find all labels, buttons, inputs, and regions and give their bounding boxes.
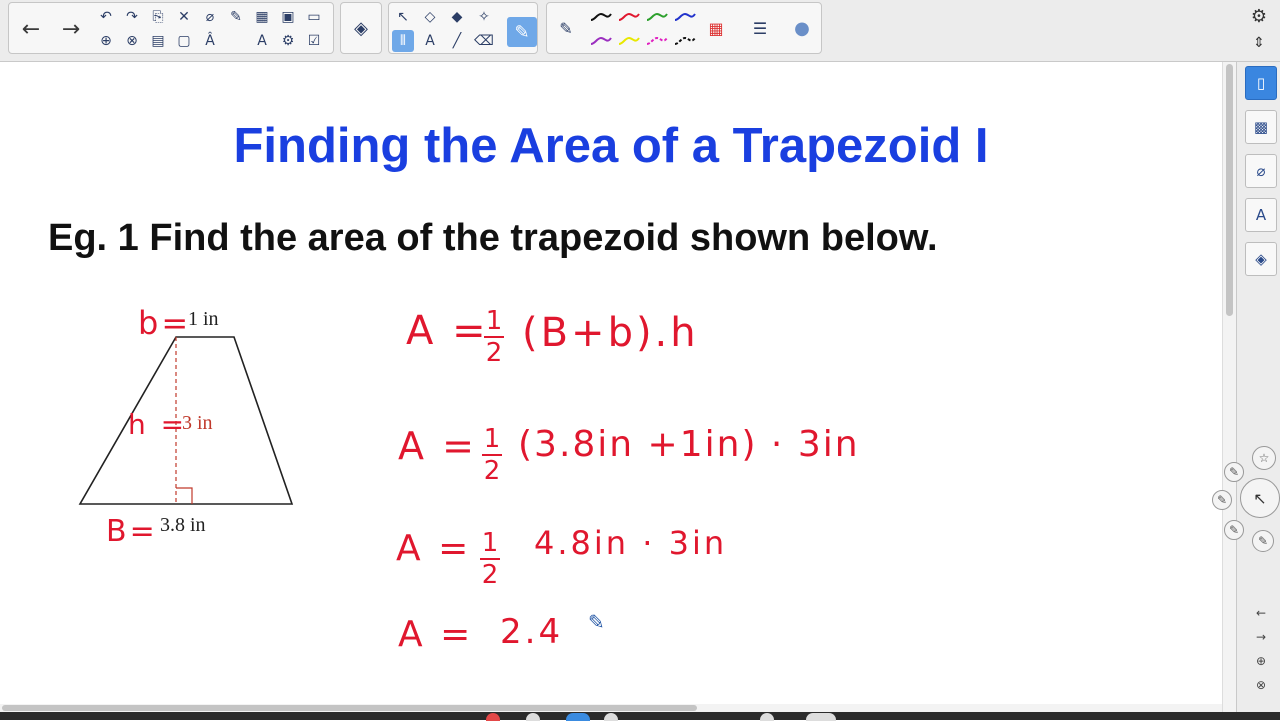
work-line2-lhs: A = xyxy=(398,424,477,468)
toolbar-group-tools: ↖ ◇ ◆ ✧ ✎ ⫴ A ╱ ⌫ xyxy=(388,2,538,54)
toolbar-group-pens: ✎ ▦ ☰ ● xyxy=(546,2,822,54)
floating-eraser-icon[interactable]: ✎ xyxy=(1224,520,1244,540)
font-icon[interactable]: A xyxy=(251,30,273,52)
undo-icon[interactable]: ↶ xyxy=(95,6,117,28)
floating-star-icon[interactable]: ☆ xyxy=(1252,446,1276,470)
magic-pen-icon[interactable]: ✧ xyxy=(473,6,495,28)
back-arrow-icon[interactable]: ← xyxy=(13,11,49,47)
color-palette-icon[interactable]: ▦ xyxy=(705,17,727,39)
fraction-denominator: 2 xyxy=(485,338,503,368)
tab-attachments[interactable]: ⌀ xyxy=(1245,154,1277,188)
question-text: Eg. 1 Find the area of the trapezoid sho… xyxy=(48,217,938,259)
new-page-icon[interactable]: ⊕ xyxy=(95,30,117,52)
fraction-numerator: 1 xyxy=(483,424,501,454)
check-icon[interactable]: ☑ xyxy=(303,30,325,52)
work-line3-lhs: A = xyxy=(396,528,472,569)
widgets-icon[interactable]: ⚙ xyxy=(277,30,299,52)
work-line1-formula: (B+b).h xyxy=(522,310,699,356)
pen-preset-icon[interactable] xyxy=(589,30,613,52)
redo-icon[interactable]: ↷ xyxy=(121,6,143,28)
main-toolbar: ← → ↶ ↷ ⎘ ✕ ⌀ ✎ ▦ ▣ ▭ ⊕ ⊗ ▤ ▢ Â A ⚙ ☑ ◈ ↖ ◇ ◆ ✧ ✎ ⫴ A ╱ ⌫ ✎ ▦ ☰… xyxy=(0,0,1280,62)
remove-page-icon[interactable]: ⊗ xyxy=(1254,678,1268,692)
screen-shade-icon[interactable]: ▭ xyxy=(303,6,325,28)
text-style-icon[interactable]: Â xyxy=(199,30,221,52)
floating-select-icon[interactable]: ↖ xyxy=(1240,478,1280,518)
toolbar-group-actions: ← → ↶ ↷ ⎘ ✕ ⌀ ✎ ▦ ▣ ▭ ⊕ ⊗ ▤ ▢ Â A ⚙ ☑ xyxy=(8,2,334,54)
vertical-scroll-thumb[interactable] xyxy=(1226,64,1233,316)
floating-marker-icon[interactable]: ✎ xyxy=(1252,530,1274,552)
eraser-icon[interactable]: ⌫ xyxy=(473,30,495,52)
measure-icon[interactable]: ⫴ xyxy=(392,30,414,52)
delete-page-icon[interactable]: ⊗ xyxy=(121,30,143,52)
work-line2-substitution: (3.8in +1in) · 3in xyxy=(518,424,860,465)
tab-addons[interactable]: ◈ xyxy=(1245,242,1277,276)
text-tool-icon[interactable]: A xyxy=(419,30,441,52)
floating-highlighter-icon[interactable]: ✎ xyxy=(1212,490,1232,510)
move-toolbar-icon[interactable]: ⇕ xyxy=(1247,32,1271,54)
fraction-denominator: 2 xyxy=(481,560,499,590)
work-line4-lhs: A = xyxy=(398,614,474,655)
pen-preset-icon[interactable] xyxy=(617,6,641,28)
whiteboard-page[interactable]: Finding the Area of a Trapezoid I Eg. 1 … xyxy=(0,62,1222,712)
pen-type-icon[interactable]: ✎ xyxy=(555,17,577,39)
work-line2-fraction: 12 xyxy=(482,426,502,484)
tab-page-sorter[interactable]: ▯ xyxy=(1245,66,1277,100)
addon-puzzle-icon[interactable]: ◈ xyxy=(350,17,372,39)
pen-preset-icon[interactable] xyxy=(617,30,641,52)
fill-effect-icon[interactable]: ● xyxy=(791,17,813,39)
bottom-base-label: 3.8 in xyxy=(160,514,206,536)
tab-gallery[interactable]: ▩ xyxy=(1245,110,1277,144)
horizontal-scrollbar[interactable] xyxy=(0,704,1222,712)
tab-properties[interactable]: A xyxy=(1245,198,1277,232)
pen-cursor-icon: ✎ xyxy=(588,610,605,634)
settings-gear-icon[interactable]: ⚙ xyxy=(1247,4,1271,28)
delete-icon[interactable]: ✕ xyxy=(173,6,195,28)
handwritten-h-label: h = xyxy=(128,408,188,441)
prev-page-icon[interactable]: ← xyxy=(1254,606,1268,620)
handwritten-B-label: B= xyxy=(106,514,158,549)
work-line4-result: 2.4 xyxy=(500,612,564,652)
pen-preset-icon[interactable] xyxy=(645,30,669,52)
select-arrow-icon[interactable]: ↖ xyxy=(392,6,414,28)
shapes-icon[interactable]: ◇ xyxy=(419,6,441,28)
horizontal-scroll-thumb[interactable] xyxy=(2,705,697,711)
line-style-icon[interactable]: ☰ xyxy=(749,17,771,39)
screen-capture-icon[interactable]: ▣ xyxy=(277,6,299,28)
attach-icon[interactable]: ⌀ xyxy=(199,6,221,28)
add-page-icon[interactable]: ⊕ xyxy=(1254,654,1268,668)
work-line1-fraction: 12 xyxy=(484,308,504,366)
toolbar-group-addon: ◈ xyxy=(340,2,382,54)
fraction-denominator: 2 xyxy=(483,456,501,486)
taskbar xyxy=(0,712,1280,720)
eraser-line-icon[interactable]: ✎ xyxy=(225,6,247,28)
fraction-numerator: 1 xyxy=(481,528,499,558)
fraction-numerator: 1 xyxy=(485,306,503,336)
work-line3-fraction: 12 xyxy=(480,530,500,588)
floating-pen-icon[interactable]: ✎ xyxy=(1224,462,1244,482)
work-line3-simplified: 4.8in · 3in xyxy=(534,524,728,562)
fill-icon[interactable]: ◆ xyxy=(446,6,468,28)
top-base-label: 1 in xyxy=(188,308,219,330)
pen-preset-icon[interactable] xyxy=(589,6,613,28)
pen-preset-icon[interactable] xyxy=(645,6,669,28)
pen-tool-icon[interactable]: ✎ xyxy=(507,17,537,47)
save-icon[interactable]: ▤ xyxy=(147,30,169,52)
pen-preset-icon[interactable] xyxy=(673,30,697,52)
work-line1-lhs: A = xyxy=(406,308,489,354)
forward-arrow-icon[interactable]: → xyxy=(53,11,89,47)
handwritten-b-label: b= xyxy=(138,304,192,342)
paste-icon[interactable]: ⎘ xyxy=(147,6,169,28)
page-title: Finding the Area of a Trapezoid I xyxy=(233,119,989,173)
line-tool-icon[interactable]: ╱ xyxy=(446,30,468,52)
pen-preset-icon[interactable] xyxy=(673,6,697,28)
next-page-icon[interactable]: → xyxy=(1254,630,1268,644)
table-icon[interactable]: ▦ xyxy=(251,6,273,28)
vertical-scrollbar[interactable] xyxy=(1222,62,1237,712)
display-icon[interactable]: ▢ xyxy=(173,30,195,52)
